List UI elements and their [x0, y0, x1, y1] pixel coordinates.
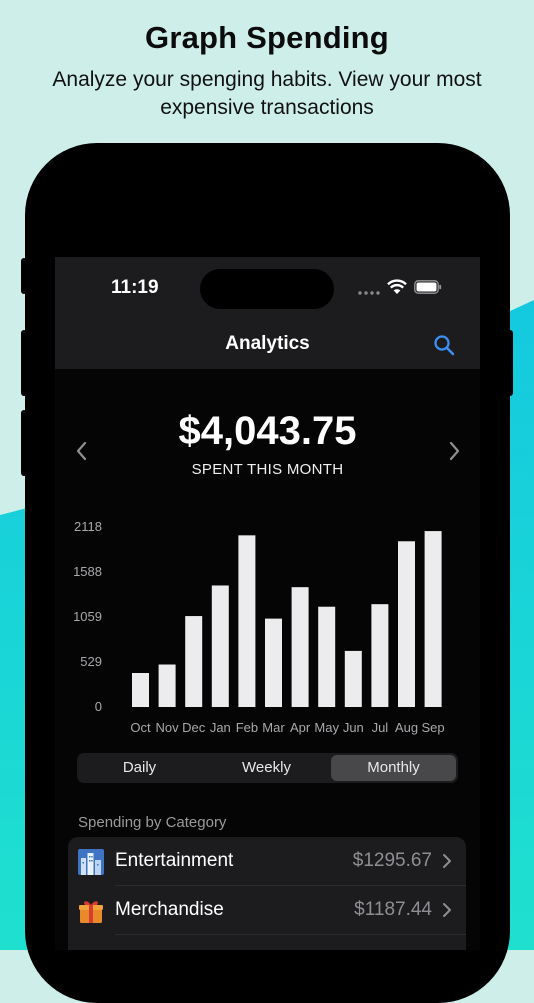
category-amount: $1295.67	[352, 850, 432, 871]
bar-sep[interactable]	[424, 531, 442, 707]
total-spent-caption: SPENT THIS MONTH	[191, 461, 344, 478]
promo-title: Graph Spending	[145, 20, 389, 55]
bar-dec[interactable]	[185, 616, 203, 707]
status-time: 11:19	[111, 277, 159, 298]
bar-jan[interactable]	[211, 585, 229, 707]
app-screen: 11:19 Analytics $4,043.75 SPENT THIS MON…	[55, 257, 480, 950]
x-tick-label: Jan	[210, 720, 231, 735]
x-tick-label: Dec	[182, 720, 206, 735]
segment-daily[interactable]: Daily	[79, 755, 200, 781]
category-row-partial[interactable]	[68, 935, 466, 950]
battery-icon	[414, 280, 442, 294]
bar-may[interactable]	[318, 606, 336, 707]
spending-bar-chart: 2118 1588 1059 529 0 Oct Nov Dec Jan Feb Mar Apr May…	[73, 519, 445, 735]
chevron-right-icon[interactable]	[444, 439, 464, 463]
nav-title: Analytics	[225, 333, 310, 354]
category-section-label: Spending by Category	[78, 814, 227, 831]
y-tick-label: 2118	[74, 519, 102, 534]
city-icon	[78, 849, 104, 875]
status-bar: 11:19 Analytics	[55, 257, 480, 369]
category-row-merchandise[interactable]: Merchandise $1187.44	[68, 886, 466, 935]
total-spent-amount: $4,043.75	[178, 409, 357, 453]
bar-aug[interactable]	[398, 541, 415, 707]
category-name: Entertainment	[115, 850, 234, 871]
dynamic-island	[200, 269, 334, 309]
bar-jul[interactable]	[371, 604, 389, 707]
chevron-right-icon	[443, 854, 451, 868]
segment-weekly[interactable]: Weekly	[206, 755, 327, 781]
segment-monthly[interactable]: Monthly	[331, 755, 456, 781]
promo-subtitle: Analyze your spenging habits. View your …	[52, 68, 482, 119]
category-row-entertainment[interactable]: Entertainment $1295.67	[68, 837, 466, 886]
bar-mar[interactable]	[265, 618, 282, 707]
search-icon[interactable]	[432, 333, 456, 357]
category-amount: $1187.44	[354, 899, 432, 920]
y-tick-label: 1588	[73, 564, 102, 579]
y-tick-label: 529	[80, 654, 102, 669]
bar-nov[interactable]	[158, 664, 176, 707]
period-segmented-control: Daily Weekly Monthly	[77, 753, 458, 783]
x-tick-label: Oct	[130, 720, 151, 735]
x-tick-label: Mar	[262, 720, 285, 735]
x-tick-label: Sep	[422, 720, 445, 735]
cellular-signal-icon	[358, 291, 380, 295]
x-tick-label: Aug	[395, 720, 418, 735]
y-tick-label: 1059	[73, 609, 102, 624]
x-tick-label: Feb	[236, 720, 258, 735]
x-tick-label: Apr	[290, 720, 311, 735]
x-tick-label: Jul	[372, 720, 389, 735]
x-tick-label: Nov	[156, 720, 180, 735]
bar-apr[interactable]	[291, 587, 309, 707]
bar-jun[interactable]	[344, 650, 362, 707]
wifi-icon	[387, 279, 407, 294]
y-tick-label: 0	[95, 699, 102, 714]
x-tick-label: May	[314, 720, 339, 735]
bar-oct[interactable]	[132, 673, 149, 707]
x-tick-label: Jun	[343, 720, 364, 735]
category-name: Merchandise	[115, 899, 224, 920]
category-list: Entertainment $1295.67 Merchandise $1187…	[68, 837, 466, 950]
gift-icon	[79, 901, 103, 923]
bar-feb[interactable]	[238, 535, 256, 707]
chevron-right-icon	[443, 903, 451, 917]
